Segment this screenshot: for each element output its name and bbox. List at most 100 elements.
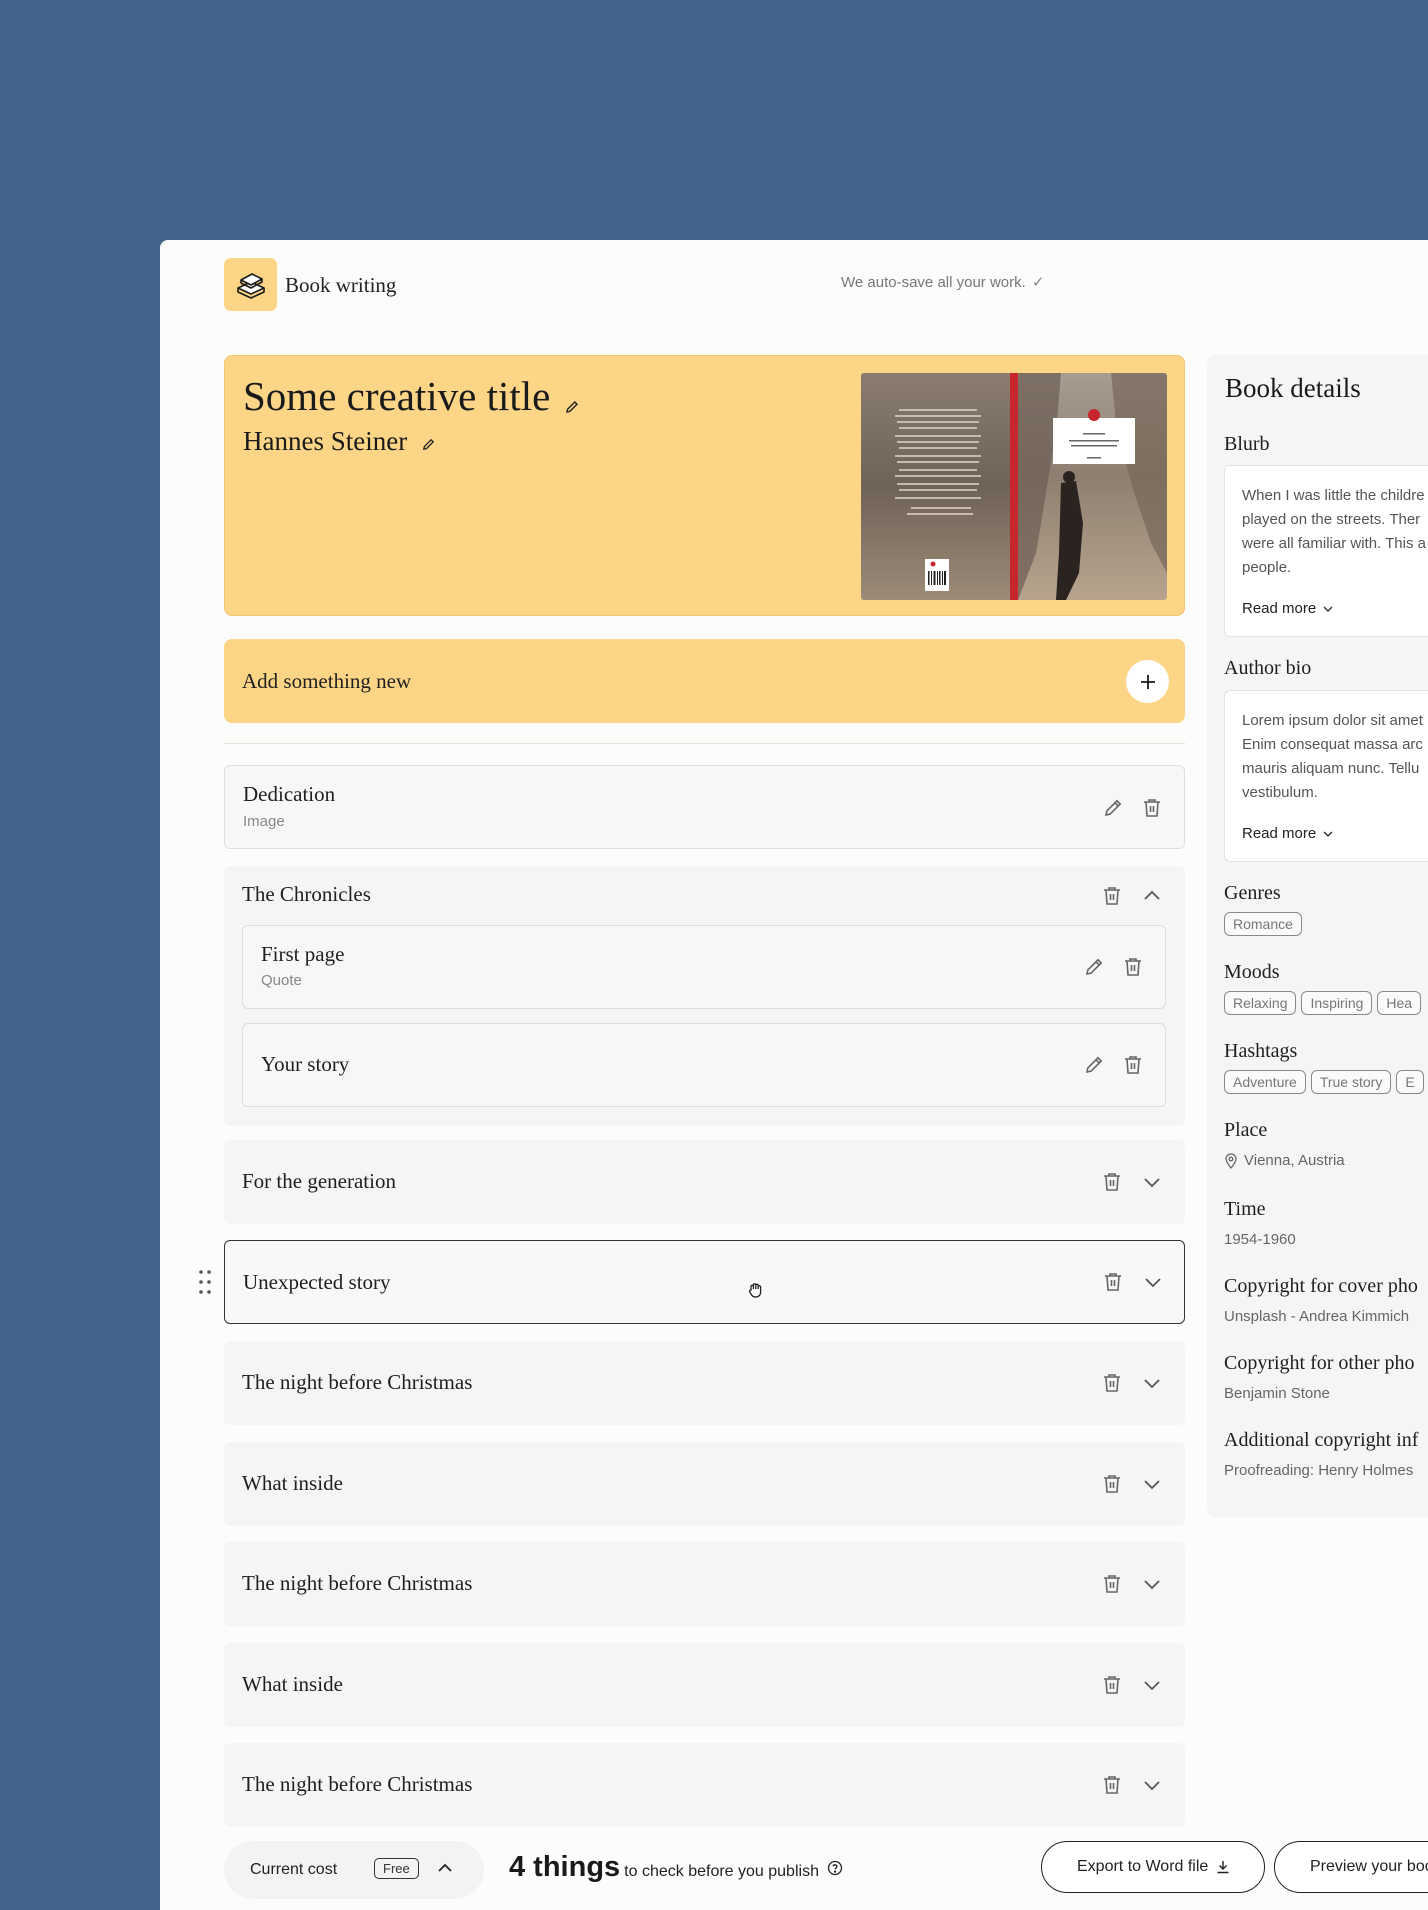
blurb-read-more[interactable]: Read more bbox=[1242, 600, 1334, 617]
read-more-label: Read more bbox=[1242, 825, 1317, 842]
expand-button[interactable] bbox=[1140, 1773, 1164, 1797]
copyright-other-value: Benjamin Stone bbox=[1224, 1385, 1330, 1402]
genres-chips: Romance bbox=[1224, 912, 1302, 936]
delete-button[interactable] bbox=[1121, 1053, 1145, 1077]
delete-button[interactable] bbox=[1100, 1773, 1124, 1797]
expand-button[interactable] bbox=[1140, 1371, 1164, 1395]
delete-button[interactable] bbox=[1140, 796, 1164, 820]
checklist-count: 4 things bbox=[509, 1851, 621, 1883]
edit-author-icon[interactable] bbox=[421, 428, 436, 459]
mood-chip[interactable]: Hea bbox=[1377, 991, 1422, 1015]
author-bio-read-more[interactable]: Read more bbox=[1242, 825, 1334, 842]
blurb-box[interactable]: When I was little the childre played on … bbox=[1224, 465, 1428, 637]
preview-book-button[interactable]: Preview your boo bbox=[1274, 1841, 1428, 1893]
section-title: Dedication bbox=[243, 782, 336, 806]
pencil-icon bbox=[1085, 958, 1103, 976]
chevron-down-icon bbox=[1144, 1681, 1160, 1691]
section-item[interactable]: The night before Christmas bbox=[224, 1542, 1185, 1626]
book-cover-card: Some creative title Hannes Steiner bbox=[224, 355, 1185, 616]
subsection-your-story[interactable]: Your story bbox=[242, 1023, 1166, 1107]
chevron-down-icon bbox=[1144, 1480, 1160, 1490]
expand-button[interactable] bbox=[1140, 1170, 1164, 1194]
edit-button[interactable] bbox=[1101, 796, 1125, 820]
chevron-down-icon bbox=[1144, 1178, 1160, 1188]
chevron-down-icon bbox=[1323, 831, 1333, 837]
delete-button[interactable] bbox=[1100, 884, 1124, 908]
delete-button[interactable] bbox=[1121, 955, 1145, 979]
read-more-label: Read more bbox=[1242, 600, 1317, 617]
moods-label: Moods bbox=[1224, 961, 1280, 983]
subsection-subtitle: Quote bbox=[261, 972, 302, 989]
delete-button[interactable] bbox=[1100, 1572, 1124, 1596]
mood-chip[interactable]: Relaxing bbox=[1224, 991, 1297, 1015]
add-something-new[interactable]: Add something new bbox=[224, 639, 1185, 723]
plus-icon bbox=[1140, 674, 1155, 689]
cost-label: Current cost bbox=[250, 1861, 338, 1878]
pencil-icon bbox=[1085, 1056, 1103, 1074]
section-title: What inside bbox=[242, 1471, 343, 1495]
expand-button[interactable] bbox=[1140, 1673, 1164, 1697]
section-dedication[interactable]: Dedication Image bbox=[224, 765, 1185, 849]
section-item[interactable]: For the generation bbox=[224, 1140, 1185, 1224]
section-item[interactable]: The night before Christmas bbox=[224, 1341, 1185, 1425]
hashtag-chip[interactable]: True story bbox=[1310, 1070, 1392, 1094]
collapse-button[interactable] bbox=[1140, 884, 1164, 908]
mood-chip[interactable]: Inspiring bbox=[1301, 991, 1373, 1015]
export-word-button[interactable]: Export to Word file bbox=[1041, 1841, 1265, 1893]
chevron-up-icon bbox=[1144, 890, 1160, 900]
trash-icon bbox=[1144, 799, 1160, 817]
expand-button[interactable] bbox=[1140, 1472, 1164, 1496]
grab-cursor-icon bbox=[746, 1280, 766, 1305]
checklist-text: to check before you publish bbox=[624, 1863, 819, 1880]
expand-button[interactable] bbox=[1140, 1572, 1164, 1596]
add-new-button[interactable] bbox=[1126, 660, 1169, 703]
expand-button[interactable] bbox=[1141, 1270, 1165, 1294]
trash-icon bbox=[1104, 1776, 1120, 1794]
section-item[interactable]: What inside bbox=[224, 1442, 1185, 1526]
section-item[interactable]: What inside bbox=[224, 1643, 1185, 1727]
cover-image[interactable] bbox=[861, 373, 1167, 600]
section-title: The night before Christmas bbox=[242, 1571, 473, 1595]
chevron-down-icon bbox=[1144, 1781, 1160, 1791]
delete-button[interactable] bbox=[1100, 1673, 1124, 1697]
trash-icon bbox=[1125, 1056, 1141, 1074]
time-value: 1954-1960 bbox=[1224, 1231, 1296, 1248]
genre-chip[interactable]: Romance bbox=[1224, 912, 1302, 936]
chevron-down-icon bbox=[1144, 1580, 1160, 1590]
delete-button[interactable] bbox=[1100, 1371, 1124, 1395]
edit-title-icon[interactable] bbox=[564, 377, 580, 425]
help-icon[interactable] bbox=[827, 1860, 843, 1881]
book-title-text: Some creative title bbox=[243, 373, 551, 419]
divider bbox=[224, 743, 1185, 744]
hashtags-label: Hashtags bbox=[1224, 1040, 1298, 1062]
publish-checklist[interactable]: 4 things to check before you publish bbox=[509, 1851, 843, 1884]
drag-handle-icon[interactable] bbox=[198, 1269, 212, 1300]
section-item[interactable]: The night before Christmas bbox=[224, 1743, 1185, 1827]
cost-badge: Free bbox=[374, 1858, 419, 1879]
delete-button[interactable] bbox=[1100, 1472, 1124, 1496]
section-title: The night before Christmas bbox=[242, 1370, 473, 1394]
cost-toggle-button[interactable] bbox=[436, 1859, 454, 1880]
section-item-dragging[interactable]: Unexpected story bbox=[224, 1240, 1185, 1324]
autosave-status: We auto-save all your work. ✓ bbox=[841, 273, 1044, 291]
current-cost-box: Current cost Free bbox=[224, 1841, 484, 1899]
copyright-cover-value: Unsplash - Andrea Kimmich bbox=[1224, 1308, 1410, 1325]
hashtag-chip[interactable]: E bbox=[1396, 1070, 1424, 1094]
additional-copyright-label: Additional copyright inf bbox=[1224, 1429, 1419, 1451]
delete-button[interactable] bbox=[1101, 1270, 1125, 1294]
trash-icon bbox=[1104, 1173, 1120, 1191]
subsection-first-page[interactable]: First page Quote bbox=[242, 925, 1166, 1009]
trash-icon bbox=[1104, 887, 1120, 905]
chevron-down-icon bbox=[1144, 1379, 1160, 1389]
edit-button[interactable] bbox=[1082, 1053, 1106, 1077]
edit-button[interactable] bbox=[1082, 955, 1106, 979]
pencil-icon bbox=[1104, 799, 1122, 817]
hashtag-chip[interactable]: Adventure bbox=[1224, 1070, 1306, 1094]
place-text: Vienna, Austria bbox=[1244, 1152, 1345, 1169]
author-bio-box[interactable]: Lorem ipsum dolor sit amet Enim consequa… bbox=[1224, 690, 1428, 862]
delete-button[interactable] bbox=[1100, 1170, 1124, 1194]
subsection-title: Your story bbox=[261, 1052, 350, 1076]
trash-icon bbox=[1105, 1273, 1121, 1291]
trash-icon bbox=[1104, 1475, 1120, 1493]
trash-icon bbox=[1104, 1575, 1120, 1593]
